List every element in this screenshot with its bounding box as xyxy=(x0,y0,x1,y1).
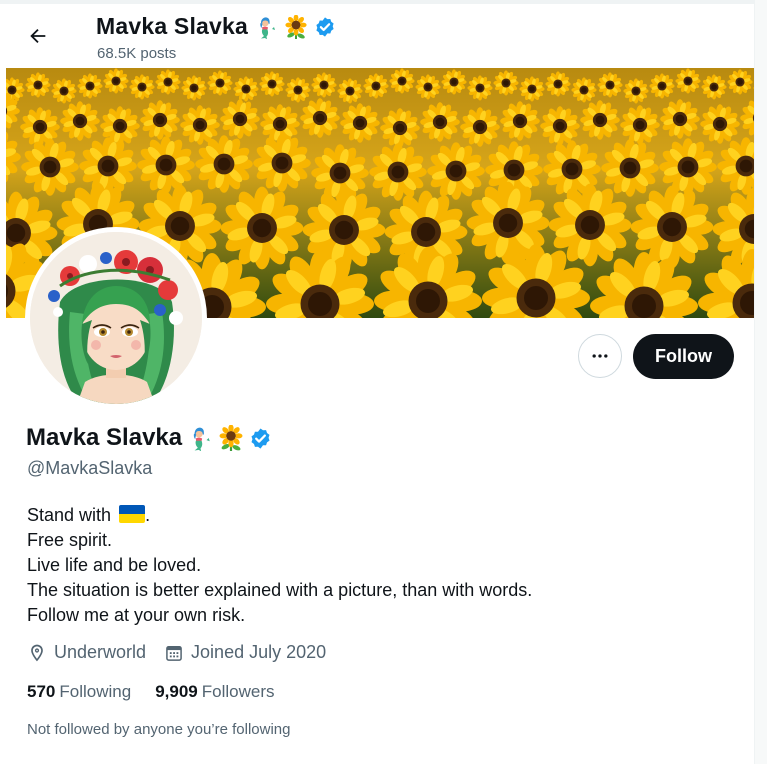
display-name: Mavka Slavka xyxy=(26,424,183,451)
bio-line-5: Follow me at your own risk. xyxy=(27,605,246,625)
sunflower-emoji xyxy=(285,14,307,39)
arrow-left-icon xyxy=(30,28,46,44)
verified-badge-icon[interactable] xyxy=(249,426,272,450)
follow-button[interactable]: Follow xyxy=(633,334,734,379)
bio-line-4: The situation is better explained with a… xyxy=(27,580,533,600)
bio-line-3: Live life and be loved. xyxy=(27,555,202,575)
mermaid-emoji xyxy=(193,427,210,451)
mermaid-emoji xyxy=(260,16,276,39)
back-button[interactable] xyxy=(20,18,56,54)
more-options-button[interactable] xyxy=(578,334,622,378)
header-display-name: Mavka Slavka xyxy=(96,13,249,39)
ukraine-flag-emoji xyxy=(119,505,146,523)
follow-stats: 570 Following 9,909 Followers xyxy=(27,682,274,702)
profile-bio: Stand with . Free spirit. Live life and … xyxy=(27,503,532,628)
profile-name-row: Mavka Slavka xyxy=(26,424,272,452)
following-count: 570 xyxy=(27,682,56,701)
verified-badge-icon[interactable] xyxy=(314,15,336,38)
header-title: Mavka Slavka xyxy=(96,13,336,40)
more-horizontal-icon xyxy=(592,354,608,358)
followers-label: Followers xyxy=(201,682,275,701)
bio-line-1-suffix: . xyxy=(145,505,151,525)
following-link[interactable]: 570 Following xyxy=(27,682,131,702)
social-context-text: Not followed by anyone you’re following xyxy=(27,721,291,738)
bio-line-1: Stand with . xyxy=(27,503,532,528)
followers-link[interactable]: 9,909 Followers xyxy=(155,682,274,702)
sunflower-emoji xyxy=(219,425,243,451)
profile-meta: Underworld Joined July 2020 xyxy=(27,642,326,663)
joined-text: Joined July 2020 xyxy=(191,642,327,662)
location-pin-icon xyxy=(31,644,43,661)
followers-count: 9,909 xyxy=(155,682,198,701)
profile-header: Mavka Slavka 68.5K posts xyxy=(0,4,754,68)
avatar[interactable] xyxy=(30,232,202,404)
avatar-container[interactable] xyxy=(25,227,207,409)
bio-line-2: Free spirit. xyxy=(27,530,113,550)
avatar-illustration xyxy=(30,232,202,404)
joined-item: Joined July 2020 xyxy=(164,642,326,663)
location-item: Underworld xyxy=(27,642,146,663)
location-text: Underworld xyxy=(54,642,147,662)
scrollbar-track[interactable] xyxy=(754,0,767,764)
profile-handle: @MavkaSlavka xyxy=(27,458,153,478)
following-label: Following xyxy=(59,682,132,701)
calendar-icon xyxy=(166,645,182,661)
bio-line-1-text: Stand with xyxy=(27,505,112,525)
posts-count: 68.5K posts xyxy=(97,45,177,62)
